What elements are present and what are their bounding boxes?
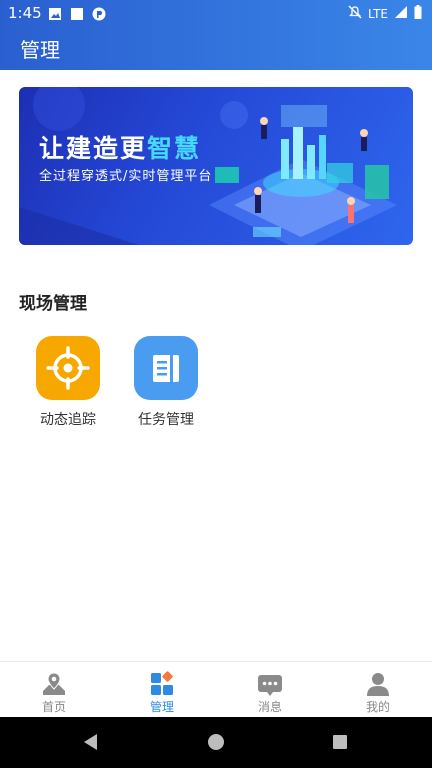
signal-icon [394, 5, 408, 22]
tab-management[interactable]: 管理 [108, 662, 216, 718]
app-header: 管理 [0, 26, 432, 70]
banner-subtitle: 全过程穿透式/实时管理平台 [39, 169, 213, 184]
battery-icon [414, 5, 422, 22]
tab-messages[interactable]: 消息 [216, 662, 324, 718]
user-icon [365, 671, 391, 697]
grid-icon [149, 671, 175, 697]
tab-label: 我的 [365, 700, 390, 714]
network-type: LTE [368, 6, 388, 21]
status-time: 1:45 [8, 4, 42, 22]
target-icon [36, 336, 100, 400]
recents-icon[interactable] [333, 735, 347, 749]
message-icon [257, 671, 283, 697]
bottom-tab-bar: 首页 管理 消息 我的 [0, 661, 432, 718]
banner-headline-prefix: 让建造更 [39, 134, 148, 163]
app-notification-icon [92, 6, 106, 25]
image-icon [48, 6, 62, 25]
home-icon[interactable] [208, 734, 224, 750]
tab-label: 消息 [257, 700, 282, 714]
document-icon [134, 336, 198, 400]
page-title: 管理 [20, 38, 60, 62]
mute-icon [348, 5, 362, 22]
promo-banner[interactable]: 让建造更智慧 全过程穿透式/实时管理平台 [19, 87, 413, 245]
tab-home[interactable]: 首页 [0, 662, 108, 718]
status-bar: 1:45 LTE [0, 0, 432, 26]
tab-profile[interactable]: 我的 [324, 662, 432, 718]
tab-label: 首页 [41, 700, 66, 714]
banner-headline-highlight: 智慧 [147, 134, 202, 163]
status-right: LTE [348, 5, 422, 22]
tile-label: 任务管理 [138, 412, 194, 428]
tile-task-management[interactable]: 任务管理 [121, 336, 211, 429]
section-title: 现场管理 [19, 294, 87, 314]
tab-label: 管理 [149, 700, 174, 714]
banner-headline: 让建造更智慧 [39, 129, 201, 165]
system-navigation-bar [0, 717, 432, 768]
tile-dynamic-tracking[interactable]: 动态追踪 [23, 336, 113, 429]
square-icon [70, 6, 84, 25]
tile-label: 动态追踪 [40, 412, 96, 428]
map-pin-icon [41, 671, 67, 697]
back-icon[interactable] [84, 734, 97, 750]
